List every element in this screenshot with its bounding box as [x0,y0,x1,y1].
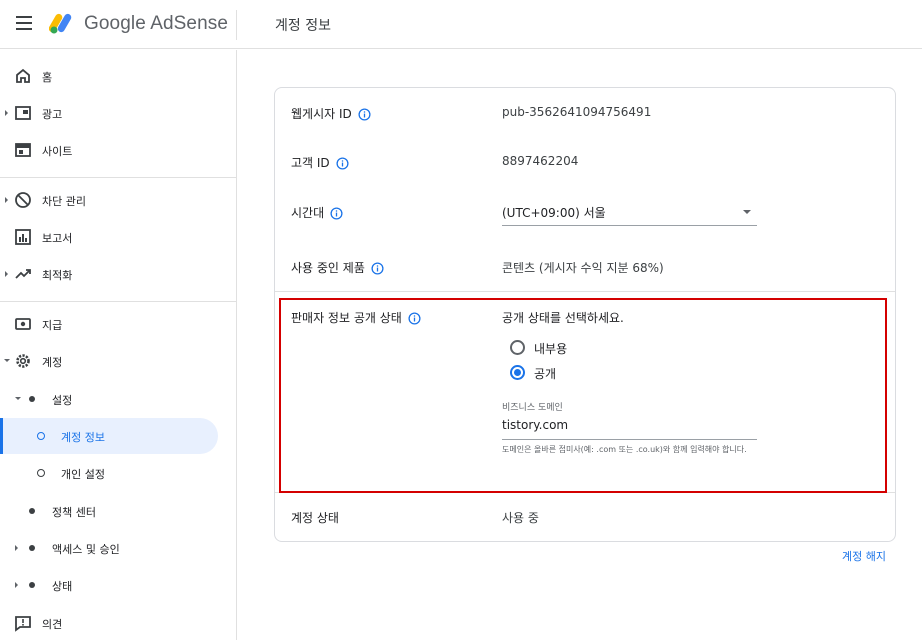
trending-icon [15,269,31,279]
gear-icon [16,354,30,368]
product-label-text: 사용 중인 제품 [291,261,365,275]
dropdown-arrow-icon[interactable] [743,210,751,214]
chevron-right-icon[interactable] [15,582,18,588]
bullet-dot-icon [29,545,35,551]
sites-icon [15,143,31,157]
card-divider [275,492,895,493]
sidebar: 홈 광고 사이트 차단 관리 보고서 최적화 지급 계정 설정 계정 정보 개인… [0,50,237,640]
publisher-id-label-text: 웹게시자 ID [291,107,352,121]
customer-id-value: 8897462204 [502,154,579,168]
timezone-select-value: (UTC+09:00) 서울 [502,206,606,220]
sidebar-item-account[interactable]: 계정 [0,343,236,379]
sidebar-divider [0,301,236,302]
sidebar-item-label: 계정 정보 [61,431,105,444]
sidebar-item-feedback[interactable]: 의견 [0,605,236,640]
sidebar-divider [0,177,236,178]
chevron-right-icon[interactable] [15,545,18,551]
account-info-card: 웹게시자 ID pub-3562641094756491 고객 ID 88974… [274,87,896,542]
sidebar-item-home[interactable]: 홈 [0,58,236,94]
bullet-dot-icon [29,396,35,402]
seller-info-visibility-label: 판매자 정보 공개 상태 [291,309,421,326]
timezone-select[interactable]: (UTC+09:00) 서울 [502,200,757,226]
close-account-link[interactable]: 계정 해지 [842,548,886,564]
sidebar-item-label: 차단 관리 [42,195,86,208]
seller-visibility-prompt: 공개 상태를 선택하세요. [502,311,624,325]
seller-info-visibility-label-text: 판매자 정보 공개 상태 [291,311,402,325]
radio-internal[interactable]: 내부용 [510,338,630,358]
adsense-logo-icon [49,13,72,34]
radio-unchecked-icon[interactable] [510,340,525,355]
timezone-label-text: 시간대 [291,206,325,220]
bullet-dot-icon [29,582,35,588]
info-icon[interactable] [336,157,349,170]
info-icon[interactable] [371,262,384,275]
business-domain-input[interactable]: tistory.com [502,418,568,432]
info-icon[interactable] [358,108,371,121]
sidebar-item-ads[interactable]: 광고 [0,95,236,131]
radio-public-label[interactable]: 공개 [534,365,556,382]
sidebar-item-block-controls[interactable]: 차단 관리 [0,182,236,218]
business-domain-field[interactable]: 비즈니스 도메인 tistory.com [502,400,757,440]
sidebar-item-label: 보고서 [42,232,73,245]
business-domain-label: 비즈니스 도메인 [502,403,563,413]
brand-name[interactable]: Google AdSense [84,13,228,35]
chevron-down-icon[interactable] [4,359,10,362]
customer-id-label: 고객 ID [291,154,349,171]
sidebar-item-sites[interactable]: 사이트 [0,132,236,168]
sidebar-item-label: 상태 [52,580,73,593]
info-icon[interactable] [330,207,343,220]
info-icon[interactable] [408,312,421,325]
sidebar-item-label: 계정 [42,356,63,369]
sidebar-item-settings[interactable]: 설정 [0,381,236,417]
ads-icon [15,106,31,120]
chevron-right-icon[interactable] [5,197,8,203]
sidebar-item-account-info[interactable]: 계정 정보 [0,418,218,454]
sidebar-item-label: 의견 [42,618,63,631]
bullet-ring-icon [37,469,45,477]
sidebar-item-policy-center[interactable]: 정책 센터 [0,493,236,529]
sidebar-item-access-authorization[interactable]: 액세스 및 승인 [0,530,236,566]
sidebar-item-label: 사이트 [42,145,73,158]
product-value: 콘텐츠 (게시자 수익 지분 68%) [502,261,664,275]
sidebar-item-reports[interactable]: 보고서 [0,219,236,255]
publisher-id-label: 웹게시자 ID [291,105,371,122]
publisher-id-value: pub-3562641094756491 [502,105,652,119]
menu-icon[interactable] [16,16,32,30]
product-label: 사용 중인 제품 [291,259,384,276]
sidebar-item-label: 설정 [52,394,73,407]
account-status-label: 계정 상태 [291,511,339,525]
account-status-value: 사용 중 [502,511,539,525]
block-icon [15,192,31,208]
chevron-down-icon[interactable] [15,397,21,400]
reports-icon [15,229,31,245]
card-divider [275,291,895,292]
sidebar-item-status[interactable]: 상태 [0,567,236,603]
domain-hint-text: 도메인은 올바른 접미사(예: .com 또는 .co.uk)와 함께 입력해야… [502,445,747,454]
customer-id-label-text: 고객 ID [291,156,330,170]
chevron-right-icon[interactable] [5,110,8,116]
header-divider [236,10,237,40]
sidebar-item-label: 개인 설정 [61,468,105,481]
sidebar-item-personal-settings[interactable]: 개인 설정 [0,455,236,491]
sidebar-item-payments[interactable]: 지급 [0,306,236,342]
timezone-label: 시간대 [291,204,343,221]
sidebar-item-label: 홈 [42,71,53,84]
sidebar-item-optimization[interactable]: 최적화 [0,256,236,292]
bullet-ring-icon [37,432,45,440]
home-icon [16,68,30,83]
bullet-dot-icon [29,508,35,514]
feedback-icon [15,616,31,632]
sidebar-item-label: 광고 [42,108,63,121]
radio-public[interactable]: 공개 [510,363,630,383]
page-title: 계정 정보 [275,18,331,34]
sidebar-item-label: 최적화 [42,269,73,282]
sidebar-item-label: 액세스 및 승인 [52,543,120,556]
sidebar-item-label: 정책 센터 [52,506,96,519]
radio-checked-icon[interactable] [510,365,525,380]
sidebar-item-label: 지급 [42,319,63,332]
top-app-bar: Google AdSense 계정 정보 [0,0,922,49]
chevron-right-icon[interactable] [5,271,8,277]
radio-internal-label[interactable]: 내부용 [534,340,567,357]
payments-icon [15,318,31,330]
